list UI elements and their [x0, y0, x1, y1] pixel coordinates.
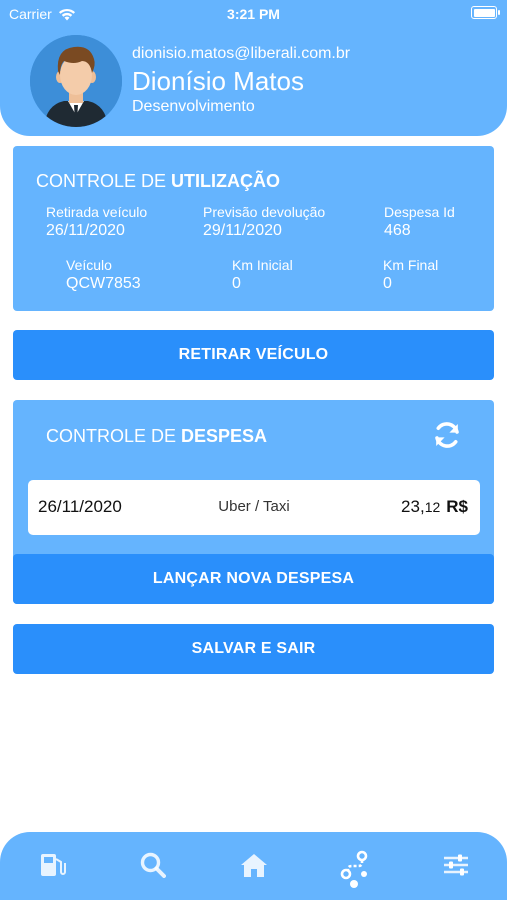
route-icon[interactable] [340, 850, 370, 880]
expense-amount: 23,12 R$ [401, 497, 468, 517]
expense-id-value: 468 [384, 222, 411, 239]
add-expense-button[interactable]: LANÇAR NOVA DESPESA [13, 554, 494, 604]
usage-card-title: CONTROLE DE UTILIZAÇÃO [36, 171, 280, 192]
final-km-label: Km Final [383, 257, 439, 273]
expense-list-item[interactable]: 26/11/2020 Uber / Taxi 23,12 R$ [28, 480, 480, 535]
vehicle-label: Veículo [66, 257, 112, 273]
status-bar: Carrier 3:21 PM [0, 0, 507, 30]
expense-title-strong: DESPESA [181, 426, 268, 446]
expense-card-title: CONTROLE DE DESPESA [46, 426, 267, 447]
withdrawal-date-label: Retirada veículo [46, 204, 148, 220]
withdraw-vehicle-button[interactable]: RETIRAR VEÍCULO [13, 330, 494, 380]
profile-header: Carrier 3:21 PM dionisio.matos@liberali.… [0, 0, 507, 136]
withdrawal-date-value: 26/11/2020 [46, 222, 125, 239]
usage-title-prefix: CONTROLE DE [36, 171, 172, 191]
avatar-illustration [30, 35, 122, 127]
refresh-icon[interactable] [432, 420, 462, 450]
save-and-exit-button[interactable]: SALVAR E SAIR [13, 624, 494, 674]
user-department: Desenvolvimento [132, 98, 255, 115]
expense-amount-int: 23, [401, 497, 425, 516]
final-km-value: 0 [383, 275, 392, 292]
battery-icon [471, 6, 500, 19]
fuel-icon[interactable] [38, 850, 68, 880]
expense-amount-cents: 12 [424, 499, 441, 515]
initial-km-label: Km Inicial [232, 257, 293, 273]
clock: 3:21 PM [227, 6, 280, 22]
tab-bar [0, 832, 507, 900]
expense-id-label: Despesa Id [384, 204, 455, 220]
return-forecast-label: Previsão devolução [203, 204, 326, 220]
expense-title-prefix: CONTROLE DE [46, 426, 182, 446]
avatar[interactable] [30, 35, 122, 127]
expense-currency: R$ [446, 497, 468, 516]
user-email: dionisio.matos@liberali.com.br [132, 45, 351, 62]
home-icon[interactable] [239, 850, 269, 880]
usage-title-strong: UTILIZAÇÃO [171, 171, 281, 191]
user-name: Dionísio Matos [132, 66, 304, 96]
active-tab-indicator [350, 880, 358, 888]
usage-control-card: CONTROLE DE UTILIZAÇÃO Retirada veículo … [13, 146, 494, 311]
initial-km-value: 0 [232, 275, 241, 292]
screen: Carrier 3:21 PM dionisio.matos@liberali.… [0, 0, 507, 900]
sliders-icon[interactable] [441, 850, 471, 880]
vehicle-value: QCW7853 [66, 275, 141, 292]
return-forecast-value: 29/11/2020 [203, 222, 282, 239]
search-icon[interactable] [138, 850, 168, 880]
